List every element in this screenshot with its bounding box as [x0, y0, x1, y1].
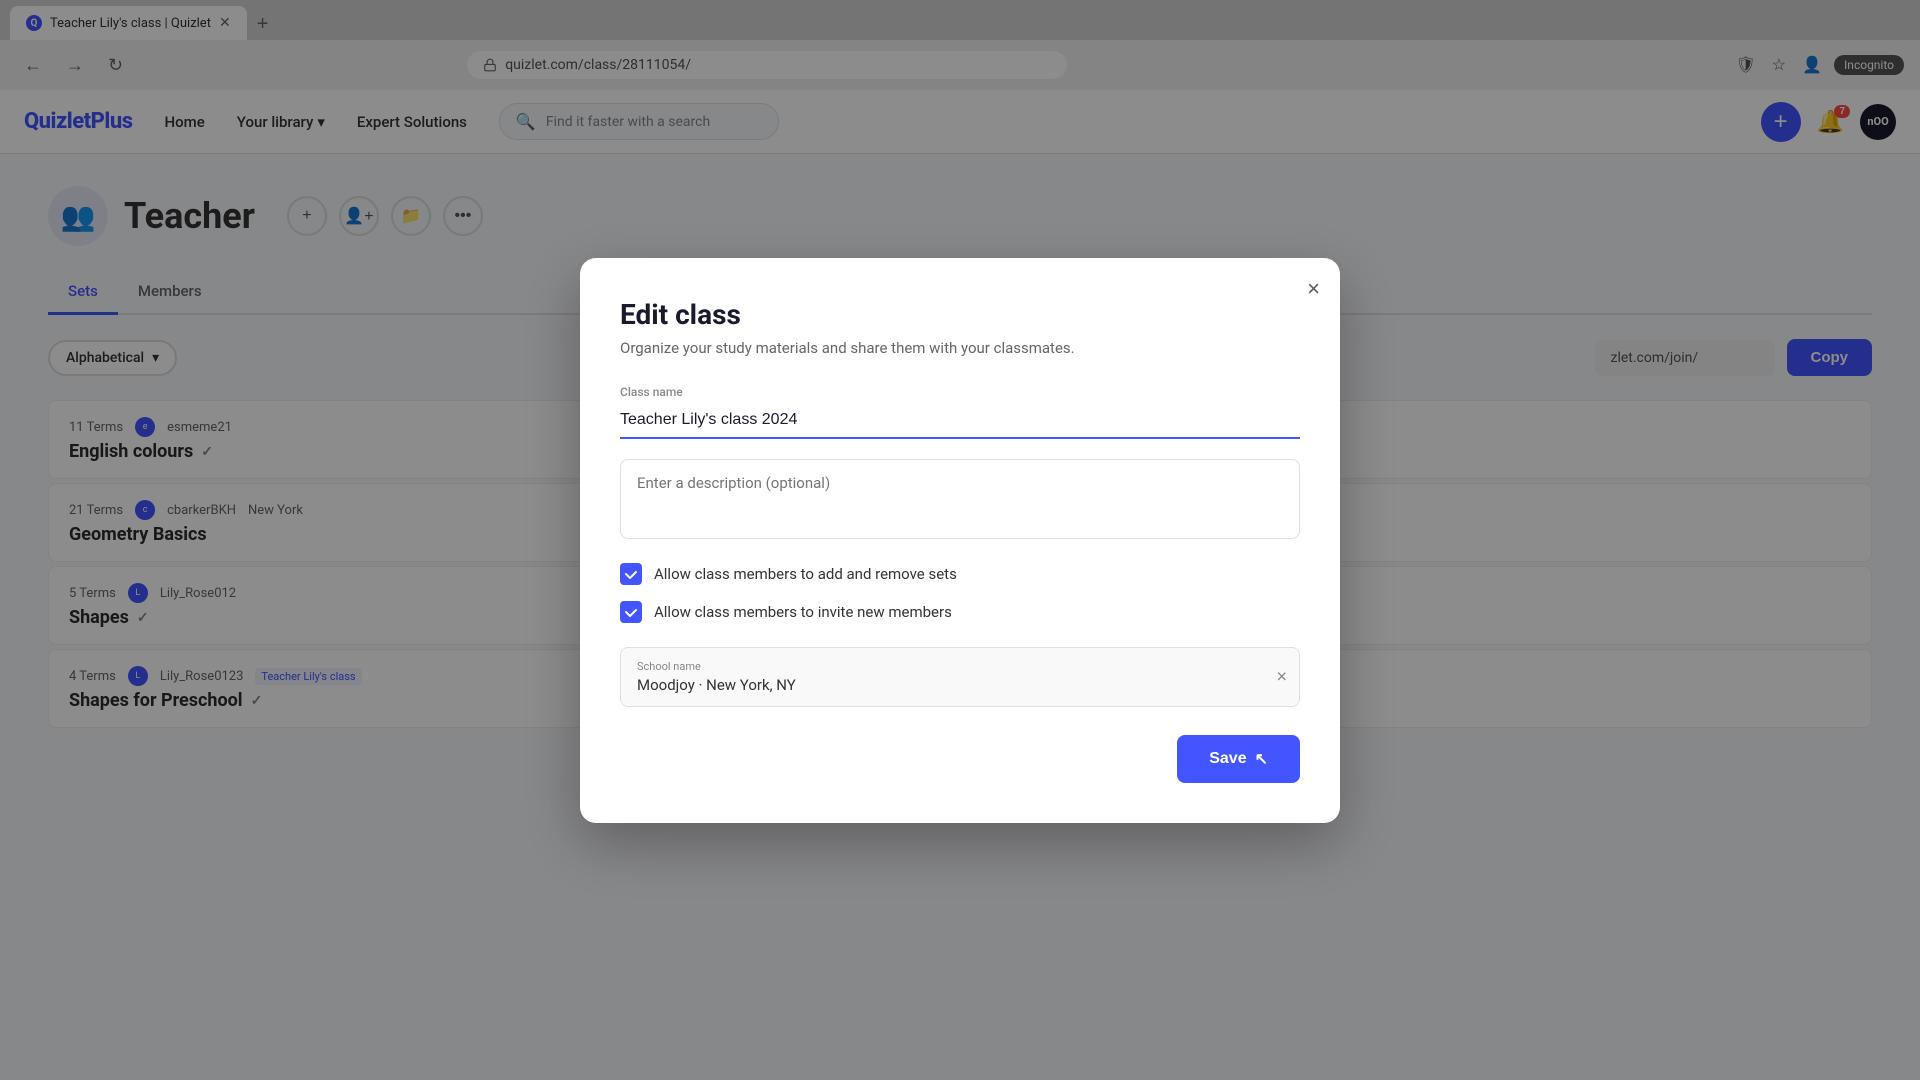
school-clear-button[interactable]: ×: [1276, 666, 1287, 687]
modal-title: Edit class: [620, 298, 1300, 331]
description-group: [620, 459, 1300, 543]
checkbox-add-remove-sets-label: Allow class members to add and remove se…: [654, 565, 957, 583]
checkbox-invite-members: Allow class members to invite new member…: [620, 601, 1300, 623]
checkbox-add-remove-sets: Allow class members to add and remove se…: [620, 563, 1300, 585]
cursor-icon: ↖: [1255, 749, 1268, 769]
school-name-value: Moodjoy · New York, NY: [637, 676, 796, 694]
class-name-group: Class name: [620, 385, 1300, 439]
description-input[interactable]: [620, 459, 1300, 539]
school-field: School name Moodjoy · New York, NY ×: [620, 647, 1300, 707]
checkbox-group: Allow class members to add and remove se…: [620, 563, 1300, 623]
modal-footer: Save ↖: [620, 735, 1300, 783]
modal-close-button[interactable]: ×: [1307, 278, 1320, 300]
class-name-input[interactable]: [620, 403, 1300, 439]
edit-class-modal: × Edit class Organize your study materia…: [580, 258, 1340, 823]
checkbox-add-remove-sets-box[interactable]: [620, 563, 642, 585]
checkbox-invite-members-box[interactable]: [620, 601, 642, 623]
checkbox-invite-members-label: Allow class members to invite new member…: [654, 603, 952, 621]
save-button[interactable]: Save ↖: [1177, 735, 1300, 783]
class-name-label: Class name: [620, 385, 1300, 399]
school-name-label: School name: [637, 660, 1283, 673]
modal-subtitle: Organize your study materials and share …: [620, 339, 1300, 357]
modal-overlay[interactable]: × Edit class Organize your study materia…: [0, 0, 1920, 1080]
checkmark-icon: [624, 605, 638, 619]
checkmark-icon: [624, 567, 638, 581]
